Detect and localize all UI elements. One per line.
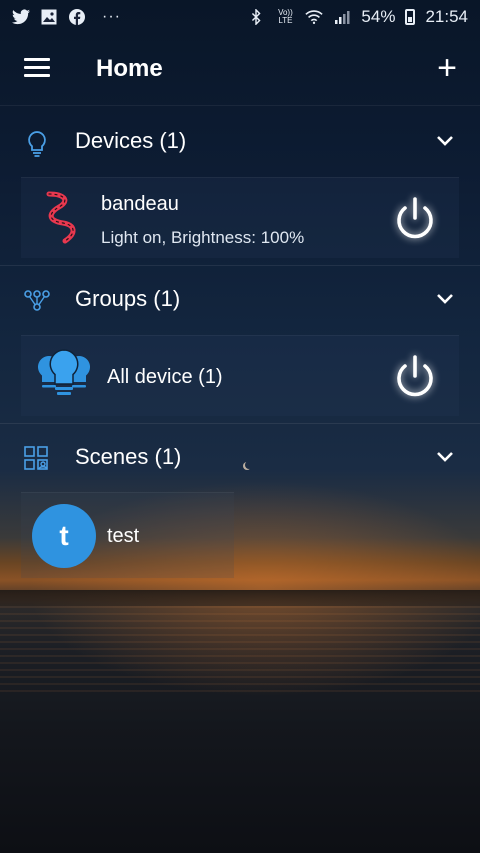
bluetooth-icon [247,9,265,25]
twitter-icon [12,9,30,25]
chevron-down-icon[interactable] [436,134,454,146]
more-notifications: ··· [102,8,121,25]
power-icon[interactable] [389,351,441,403]
groups-section-title: Groups (1) [75,286,181,311]
app-bar: Home + [0,34,480,106]
scenes-grid-icon [24,446,50,472]
battery-percent: 54% [361,7,396,26]
facebook-icon [68,9,86,25]
led-strip-icon [43,190,79,246]
chevron-down-icon[interactable] [436,450,454,462]
volte-indicator: Vo)) LTE [278,8,293,25]
group-card[interactable]: All device (1) [21,335,459,416]
scenes-section-header[interactable]: Scenes (1) [0,424,480,490]
device-name: bandeau [101,193,179,215]
scene-avatar: t [32,504,96,568]
devices-section-title: Devices (1) [75,128,187,153]
battery-icon [405,9,416,25]
device-status: Light on, Brightness: 100% [101,228,305,247]
signal-icon [333,9,351,25]
group-nodes-icon [24,288,50,314]
group-name: All device (1) [107,366,223,388]
scene-name: test [107,525,140,547]
power-icon[interactable] [389,193,441,245]
scene-card[interactable]: t test [21,492,234,578]
group-bulbs-icon [35,348,93,402]
scenes-section-title: Scenes (1) [75,444,182,469]
hamburger-menu-icon[interactable] [24,58,50,80]
page-title: Home [96,55,163,82]
lightbulb-outline-icon [24,130,50,157]
devices-section-header[interactable]: Devices (1) [0,108,480,174]
add-button[interactable]: + [432,51,462,87]
chevron-down-icon[interactable] [436,292,454,304]
device-card[interactable]: bandeau Light on, Brightness: 100% [21,177,459,258]
clock: 21:54 [425,7,468,26]
gallery-icon [40,9,58,25]
groups-section-header[interactable]: Groups (1) [0,266,480,332]
wifi-icon [305,9,324,25]
status-bar: ··· Vo)) LTE 54% 21:54 [0,0,480,34]
